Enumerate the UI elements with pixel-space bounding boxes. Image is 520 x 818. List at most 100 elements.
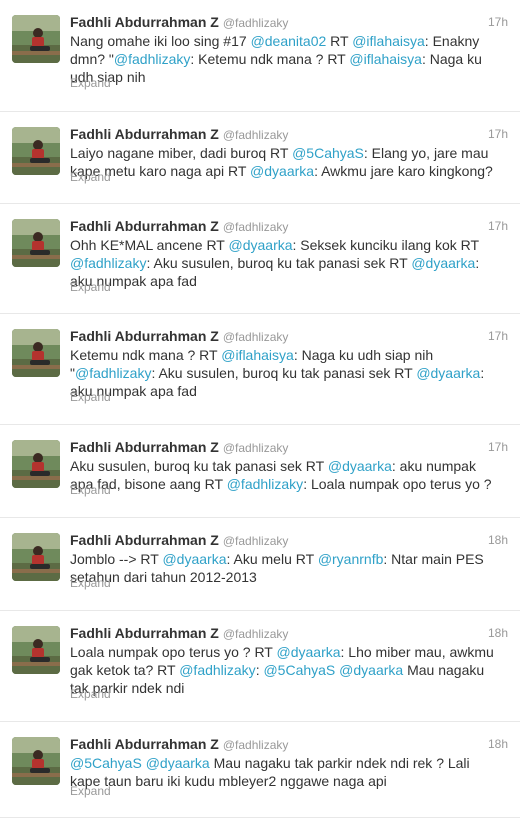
username-link[interactable]: @fadhlizaky: [223, 738, 289, 752]
tweet-text: @5CahyaS @dyaarka Mau nagaku tak parkir …: [70, 754, 500, 790]
avatar[interactable]: [12, 533, 60, 581]
fullname-link[interactable]: Fadhli Abdurrahman Z: [70, 14, 219, 30]
mention-link[interactable]: @5CahyaS: [70, 755, 142, 771]
tweet-item: Fadhli Abdurrahman Z @fadhlizaky 18h @5Cahy…: [0, 722, 520, 818]
username-link[interactable]: @fadhlizaky: [223, 128, 289, 142]
username-link[interactable]: @fadhlizaky: [223, 220, 289, 234]
mention-link[interactable]: @fadhlizaky: [75, 365, 151, 381]
avatar[interactable]: [12, 737, 60, 785]
fullname-link[interactable]: Fadhli Abdurrahman Z: [70, 625, 219, 641]
username-link[interactable]: @fadhlizaky: [223, 330, 289, 344]
avatar[interactable]: [12, 440, 60, 488]
tweet-text-segment: : Aku susulen, buroq ku tak panasi sek R…: [146, 255, 412, 271]
mention-link[interactable]: @fadhlizaky: [70, 255, 146, 271]
mention-link[interactable]: @5CahyaS: [292, 145, 364, 161]
timestamp-link[interactable]: 17h: [488, 440, 508, 454]
tweet-header: Fadhli Abdurrahman Z @fadhlizaky 18h: [70, 736, 508, 754]
tweet-header: Fadhli Abdurrahman Z @fadhlizaky 17h: [70, 328, 508, 346]
tweet-text-segment: Jomblo --> RT: [70, 551, 163, 567]
mention-link[interactable]: @ryanrnfb: [318, 551, 384, 567]
tweet-text-segment: Ohh KE*MAL ancene RT: [70, 237, 229, 253]
tweet-item: Fadhli Abdurrahman Z @fadhlizaky 18h Jomblo…: [0, 518, 520, 611]
avatar[interactable]: [12, 127, 60, 175]
tweet-header: Fadhli Abdurrahman Z @fadhlizaky 17h: [70, 126, 508, 144]
mention-link[interactable]: @iflahaisya: [349, 51, 422, 67]
mention-link[interactable]: @iflahaisya: [221, 347, 294, 363]
username-link[interactable]: @fadhlizaky: [223, 627, 289, 641]
username-link[interactable]: @fadhlizaky: [223, 16, 289, 30]
expand-link[interactable]: Expand: [70, 280, 111, 294]
mention-link[interactable]: @iflahaisya: [352, 33, 425, 49]
timestamp-link[interactable]: 17h: [488, 15, 508, 29]
expand-link[interactable]: Expand: [70, 390, 111, 404]
tweet-text-segment: : Loala numpak opo terus yo ?: [303, 476, 492, 492]
fullname-link[interactable]: Fadhli Abdurrahman Z: [70, 439, 219, 455]
tweet-text-segment: : Ketemu ndk mana ? RT: [190, 51, 350, 67]
mention-link[interactable]: @dyaarka: [411, 255, 475, 271]
tweet-item: Fadhli Abdurrahman Z @fadhlizaky 18h Loala …: [0, 611, 520, 722]
tweet-header: Fadhli Abdurrahman Z @fadhlizaky 17h: [70, 439, 508, 457]
mention-link[interactable]: @dyaarka: [277, 644, 341, 660]
tweet-item: Fadhli Abdurrahman Z @fadhlizaky 17h Ohh KE…: [0, 204, 520, 314]
tweet-text-segment: Laiyo nagane miber, dadi buroq RT: [70, 145, 293, 161]
tweet-text-segment: : Aku susulen, buroq ku tak panasi sek R…: [151, 365, 417, 381]
mention-link[interactable]: @deanita02: [251, 33, 327, 49]
avatar[interactable]: [12, 219, 60, 267]
expand-link[interactable]: Expand: [70, 784, 111, 798]
tweet-header: Fadhli Abdurrahman Z @fadhlizaky 18h: [70, 625, 508, 643]
timestamp-link[interactable]: 18h: [488, 533, 508, 547]
mention-link[interactable]: @dyaarka: [416, 365, 480, 381]
mention-link[interactable]: @dyaarka: [146, 755, 210, 771]
mention-link[interactable]: @dyaarka: [339, 662, 403, 678]
avatar[interactable]: [12, 15, 60, 63]
tweet-item: Fadhli Abdurrahman Z @fadhlizaky 17h Nang o…: [0, 0, 520, 112]
mention-link[interactable]: @dyaarka: [229, 237, 293, 253]
tweet-header: Fadhli Abdurrahman Z @fadhlizaky 17h: [70, 14, 508, 32]
fullname-link[interactable]: Fadhli Abdurrahman Z: [70, 736, 219, 752]
timestamp-link[interactable]: 18h: [488, 737, 508, 751]
tweet-text: Laiyo nagane miber, dadi buroq RT @5Cahy…: [70, 144, 500, 180]
expand-link[interactable]: Expand: [70, 687, 111, 701]
tweet-text-segment: : Awkmu jare karo kingkong?: [314, 163, 493, 179]
fullname-link[interactable]: Fadhli Abdurrahman Z: [70, 328, 219, 344]
timestamp-link[interactable]: 17h: [488, 219, 508, 233]
tweet-item: Fadhli Abdurrahman Z @fadhlizaky 17h Ketemu…: [0, 314, 520, 425]
tweet-text-segment: Ketemu ndk mana ? RT: [70, 347, 222, 363]
expand-link[interactable]: Expand: [70, 576, 111, 590]
tweet-text-segment: Aku susulen, buroq ku tak panasi sek RT: [70, 458, 328, 474]
mention-link[interactable]: @5CahyaS: [263, 662, 335, 678]
fullname-link[interactable]: Fadhli Abdurrahman Z: [70, 532, 219, 548]
tweet-text-segment: : Seksek kunciku ilang kok RT: [292, 237, 480, 253]
timestamp-link[interactable]: 17h: [488, 329, 508, 343]
fullname-link[interactable]: Fadhli Abdurrahman Z: [70, 218, 219, 234]
mention-link[interactable]: @dyaarka: [162, 551, 226, 567]
expand-link[interactable]: Expand: [70, 483, 111, 497]
tweet-header: Fadhli Abdurrahman Z @fadhlizaky 17h: [70, 218, 508, 236]
mention-link[interactable]: @dyaarka: [250, 163, 314, 179]
tweet-text-segment: RT: [326, 33, 353, 49]
tweet-text: Ketemu ndk mana ? RT @iflahaisya: Naga k…: [70, 346, 500, 400]
expand-link[interactable]: Expand: [70, 76, 111, 90]
tweet-header: Fadhli Abdurrahman Z @fadhlizaky 18h: [70, 532, 508, 550]
avatar[interactable]: [12, 626, 60, 674]
timestamp-link[interactable]: 17h: [488, 127, 508, 141]
tweet-text: Loala numpak opo terus yo ? RT @dyaarka:…: [70, 643, 500, 697]
tweet-text: Nang omahe iki loo sing #17 @deanita02 R…: [70, 32, 500, 86]
mention-link[interactable]: @fadhlizaky: [227, 476, 303, 492]
avatar[interactable]: [12, 329, 60, 377]
tweet-item: Fadhli Abdurrahman Z @fadhlizaky 17h Aku su…: [0, 425, 520, 518]
timestamp-link[interactable]: 18h: [488, 626, 508, 640]
tweet-text-segment: Loala numpak opo terus yo ? RT: [70, 644, 277, 660]
tweet-text: Ohh KE*MAL ancene RT @dyaarka: Seksek ku…: [70, 236, 500, 290]
mention-link[interactable]: @fadhlizaky: [114, 51, 190, 67]
tweet-text: Aku susulen, buroq ku tak panasi sek RT …: [70, 457, 500, 493]
mention-link[interactable]: @fadhlizaky: [179, 662, 255, 678]
tweet-text: Jomblo --> RT @dyaarka: Aku melu RT @rya…: [70, 550, 500, 586]
tweet-text-segment: Nang omahe iki loo sing #17: [70, 33, 251, 49]
timeline: Fadhli Abdurrahman Z @fadhlizaky 17h Nang o…: [0, 0, 520, 818]
mention-link[interactable]: @dyaarka: [328, 458, 392, 474]
username-link[interactable]: @fadhlizaky: [223, 534, 289, 548]
username-link[interactable]: @fadhlizaky: [223, 441, 289, 455]
expand-link[interactable]: Expand: [70, 170, 111, 184]
fullname-link[interactable]: Fadhli Abdurrahman Z: [70, 126, 219, 142]
